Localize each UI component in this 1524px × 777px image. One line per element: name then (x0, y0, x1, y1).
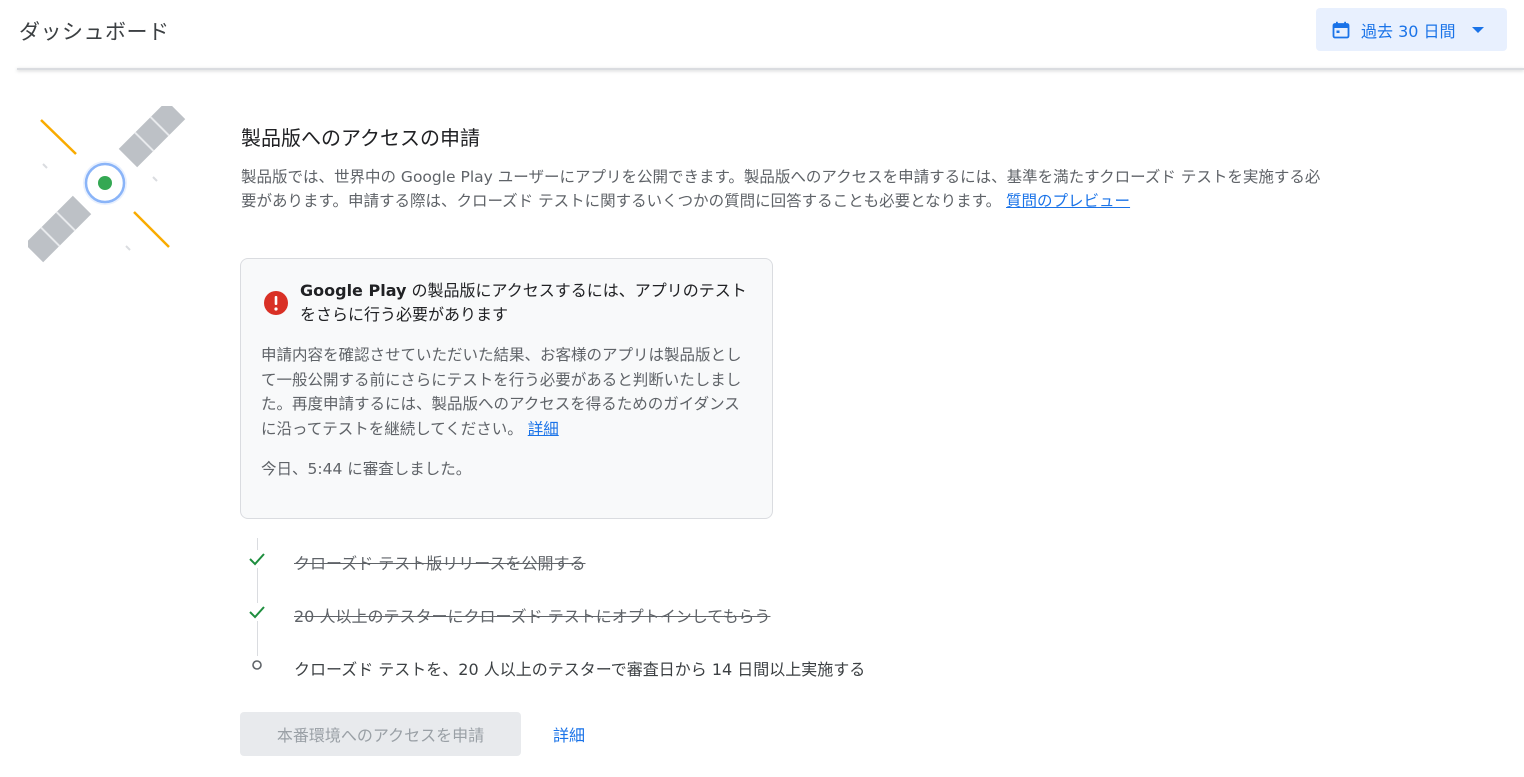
production-access-description: 製品版では、世界中の Google Play ユーザーにアプリを公開できます。製… (241, 165, 1331, 213)
warning-heading-brand: Google Play (300, 281, 407, 300)
error-icon (264, 291, 288, 315)
section-title: 製品版へのアクセスの申請 (241, 126, 480, 150)
checklist-item: クローズド テストを、20 人以上のテスターで審査日から 14 日間以上実施する (244, 650, 1144, 680)
warning-body: 申請内容を確認させていただいた結果、お客様のアプリは製品版として一般公開する前に… (261, 343, 755, 441)
calendar-icon (1332, 21, 1350, 38)
description-text: 製品版では、世界中の Google Play ユーザーにアプリを公開できます。製… (241, 168, 1321, 210)
warning-details-link[interactable]: 詳細 (528, 420, 559, 438)
request-production-access-button[interactable]: 本番環境へのアクセスを申請 (240, 712, 521, 756)
checklist-item-label: クローズド テスト版リリースを公開する (294, 554, 586, 573)
circle-icon (248, 656, 266, 674)
check-icon (248, 603, 266, 621)
checklist-item: クローズド テスト版リリースを公開する (244, 544, 1144, 574)
question-preview-link[interactable]: 質問のプレビュー (1006, 192, 1130, 210)
testing-required-card: Google Play の製品版にアクセスするには、アプリのテストをさらに行う必… (240, 258, 773, 519)
requirements-checklist: クローズド テスト版リリースを公開する 20 人以上のテスターにクローズド テス… (244, 538, 1144, 688)
checklist-item-label: 20 人以上のテスターにクローズド テストにオプトインしてもらう (294, 607, 771, 626)
details-link[interactable]: 詳細 (553, 722, 585, 746)
date-range-button[interactable]: 過去 30 日間 (1316, 8, 1507, 51)
date-range-label: 過去 30 日間 (1361, 21, 1456, 41)
checklist-item: 20 人以上のテスターにクローズド テストにオプトインしてもらう (244, 597, 1144, 627)
page-title: ダッシュボード (19, 20, 170, 44)
chevron-down-icon (1471, 26, 1484, 33)
warning-body-text: 申請内容を確認させていただいた結果、お客様のアプリは製品版として一般公開する前に… (261, 346, 742, 438)
top-bar: ダッシュボード 過去 30 日間 (0, 0, 1524, 70)
check-icon (248, 550, 266, 568)
satellite-illustration (28, 106, 186, 263)
review-timestamp: 今日、5:44 に審査しました。 (261, 460, 472, 478)
warning-heading: Google Play の製品版にアクセスするには、アプリのテストをさらに行う必… (300, 279, 755, 327)
header-divider (17, 68, 1524, 70)
checklist-item-label: クローズド テストを、20 人以上のテスターで審査日から 14 日間以上実施する (294, 660, 866, 679)
